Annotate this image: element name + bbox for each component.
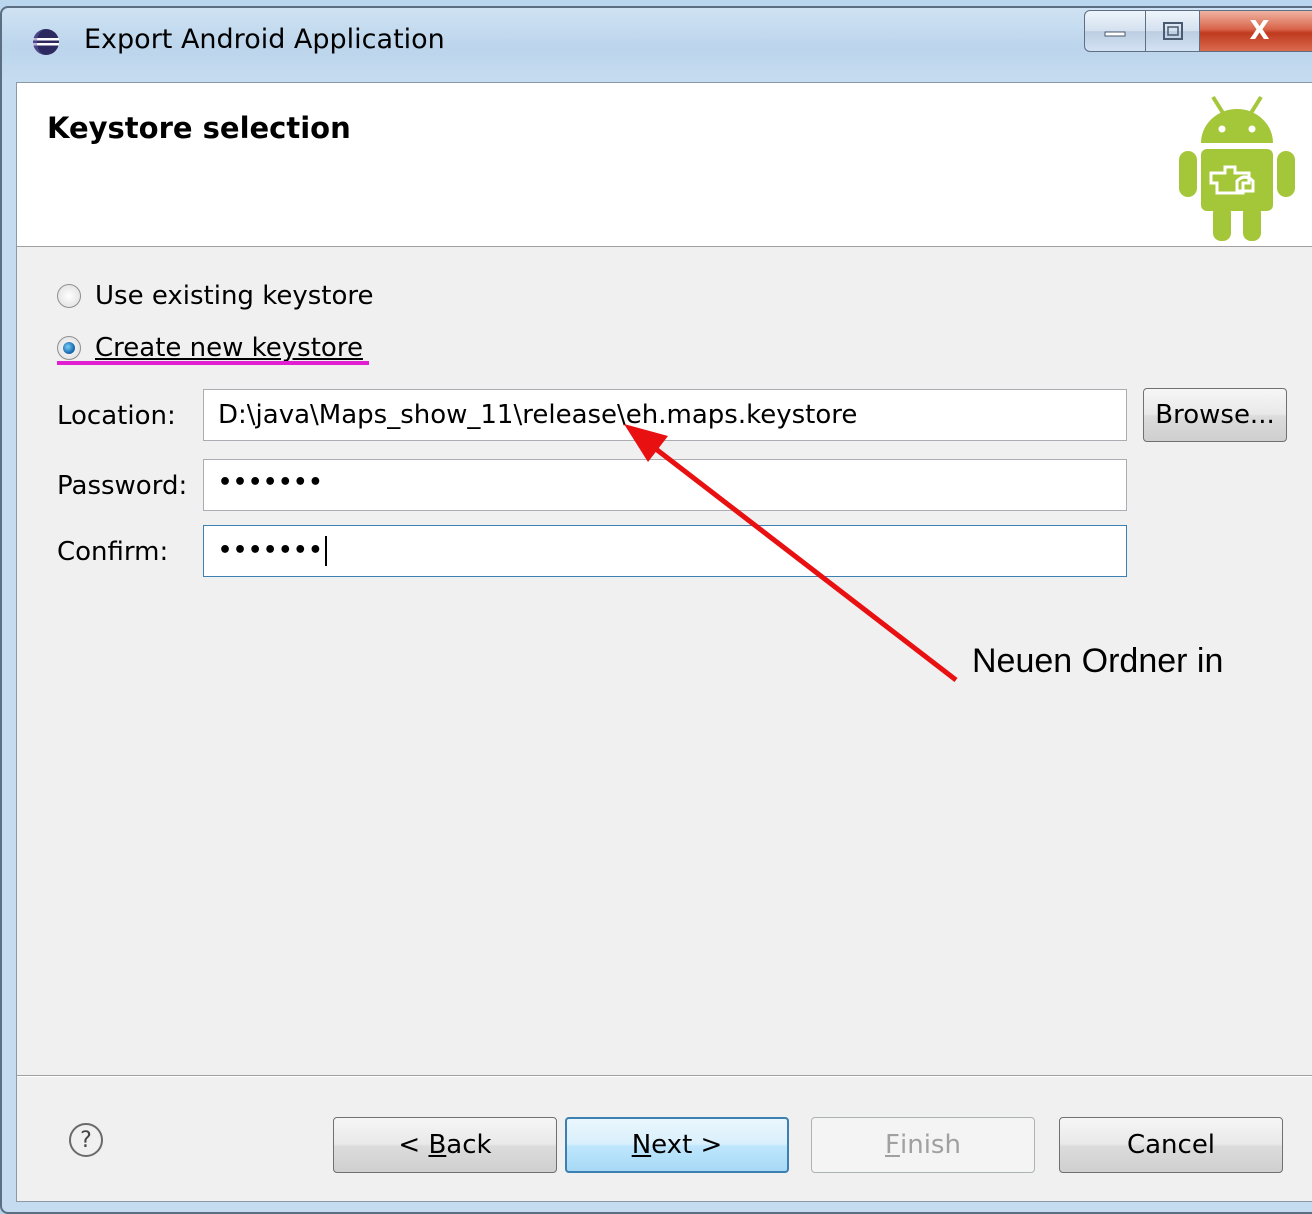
annotation-text: Neuen Ordner in [972,642,1224,680]
annotation-arrow [624,424,958,682]
